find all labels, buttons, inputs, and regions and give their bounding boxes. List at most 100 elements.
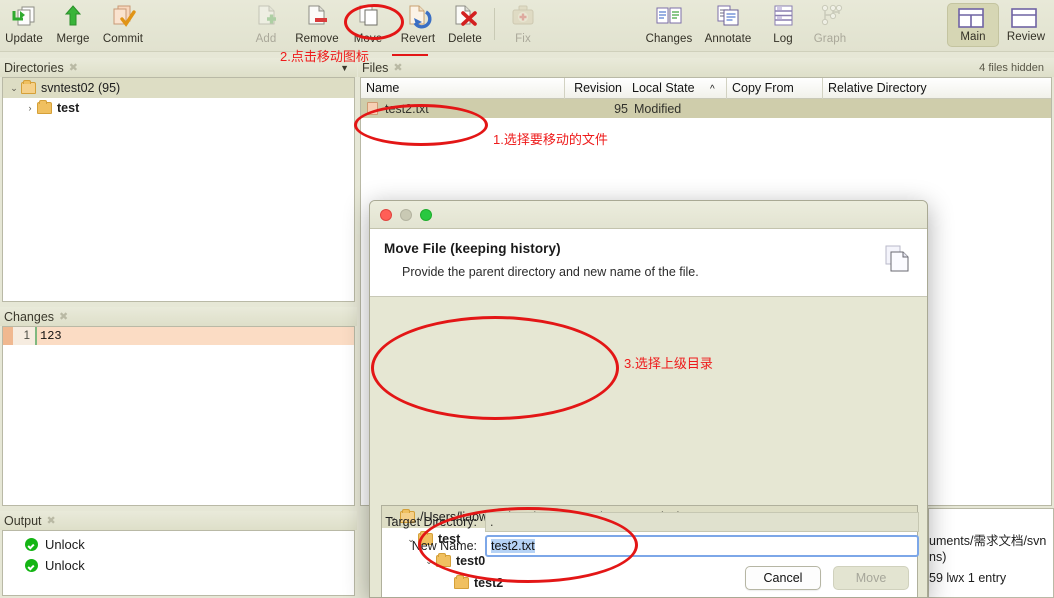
toolbar-label-revert: Revert (400, 33, 436, 45)
toolbar-button-changes[interactable]: Changes (641, 2, 697, 50)
toolbar-label-log: Log (773, 33, 793, 45)
diff-change-marker (3, 327, 13, 345)
revert-icon (401, 2, 435, 32)
toolbar-tab-review[interactable]: Review (1000, 3, 1052, 47)
toolbar-label-annotate: Annotate (704, 33, 752, 45)
close-window-button[interactable] (380, 208, 392, 221)
files-panel-header: Files ✖ 4 files hidden (358, 58, 1054, 77)
merge-icon (56, 2, 90, 32)
toolbar-button-fix[interactable]: Fix (495, 2, 551, 50)
toolbar-label-remove: Remove (295, 33, 339, 45)
dialog-titlebar[interactable] (370, 201, 927, 229)
toolbar-button-merge[interactable]: Merge (45, 2, 101, 50)
annotation-ellipse-name-fields (418, 507, 638, 583)
column-header-local-state-label: Local State (632, 80, 695, 95)
column-header-relative-directory[interactable]: Relative Directory (823, 78, 1045, 99)
toolbar-button-commit[interactable]: Commit (95, 2, 151, 50)
disclosure-icon[interactable]: ⌄ (7, 83, 21, 94)
column-header-name[interactable]: Name (361, 78, 565, 99)
output-log-list[interactable]: Unlock Unlock (2, 530, 355, 596)
fix-icon (506, 2, 540, 32)
directories-title: Directories (4, 60, 64, 75)
annotation-text-3: 3.选择上级目录 (624, 356, 713, 371)
toolbar-label-merge: Merge (56, 33, 90, 45)
changes-icon (652, 2, 686, 32)
update-icon (7, 2, 41, 32)
output-row: Unlock (3, 534, 354, 555)
status-strip-panel: uments/需求文档/svn ns) 59 lwx 1 entry (928, 508, 1054, 598)
status-line-entry: 59 lwx 1 entry (929, 571, 1007, 585)
folder-icon (37, 100, 52, 114)
toolbar-label-review: Review (1006, 31, 1046, 43)
main-toolbar: Update Merge Commit Add Remove Move Reve… (0, 0, 1054, 52)
main-layout-icon (956, 7, 990, 29)
annotate-icon (711, 2, 745, 32)
directory-row-svntest02[interactable]: ⌄ svntest02 (95) (3, 78, 354, 98)
app-window: Update Merge Commit Add Remove Move Reve… (0, 0, 1054, 598)
graph-icon (813, 2, 847, 32)
toolbar-label-fix: Fix (515, 33, 531, 45)
files-close-icon[interactable]: ✖ (393, 61, 402, 74)
diff-line: 1 123 (3, 327, 354, 345)
annotation-ellipse-move-icon (344, 4, 404, 40)
column-header-revision[interactable]: Revision (565, 78, 627, 99)
toolbar-button-graph[interactable]: Graph (802, 2, 858, 50)
directories-tree[interactable]: ⌄ svntest02 (95) › test (2, 77, 355, 302)
toolbar-button-remove[interactable]: Remove (289, 2, 345, 50)
cell-local-state: Modified (634, 101, 682, 116)
success-check-icon (25, 559, 38, 572)
output-title: Output (4, 513, 42, 528)
output-close-icon[interactable]: ✖ (47, 514, 56, 527)
toolbar-button-add[interactable]: Add (238, 2, 294, 50)
changes-diff-view[interactable]: 1 123 (2, 326, 355, 506)
files-hidden-note: 4 files hidden (979, 61, 1044, 74)
output-label: Unlock (45, 537, 85, 552)
toolbar-label-update: Update (5, 33, 43, 45)
diff-line-text: 123 (35, 327, 354, 345)
status-line-secondary: ns) (929, 550, 947, 564)
diff-line-number: 1 (13, 327, 35, 345)
move-button[interactable]: Move (833, 566, 909, 590)
column-header-local-state[interactable]: Local State ^ (627, 78, 727, 99)
commit-icon (106, 2, 140, 32)
copy-document-icon (885, 245, 911, 273)
toolbar-button-delete[interactable]: Delete (437, 2, 493, 50)
annotation-ellipse-file-row (354, 104, 488, 146)
directory-row-test[interactable]: › test (3, 98, 354, 118)
delete-icon (448, 2, 482, 32)
directory-label: test (57, 101, 80, 115)
status-line-path: uments/需求文档/svn (929, 534, 1047, 548)
toolbar-label-changes: Changes (645, 33, 693, 45)
dialog-header: Move File (keeping history) Provide the … (370, 229, 927, 297)
cancel-button[interactable]: Cancel (745, 566, 821, 590)
toolbar-label-add: Add (255, 33, 277, 45)
changes-close-icon[interactable]: ✖ (59, 310, 68, 323)
toolbar-button-annotate[interactable]: Annotate (700, 2, 756, 50)
folder-icon (454, 575, 469, 589)
add-icon (249, 2, 283, 32)
changes-title: Changes (4, 309, 55, 324)
log-icon (766, 2, 800, 32)
annotation-underline-2 (392, 54, 428, 56)
toolbar-label-delete: Delete (448, 33, 482, 45)
changes-panel-header: Changes ✖ (0, 307, 357, 326)
directory-label: svntest02 (95) (41, 81, 121, 95)
annotation-text-2: 2.点击移动图标 (280, 49, 369, 64)
directories-close-icon[interactable]: ✖ (69, 61, 78, 74)
disclosure-icon[interactable]: › (23, 103, 37, 113)
files-table-header: Name Revision Local State ^ Copy From Re… (361, 78, 1051, 99)
success-check-icon (25, 538, 38, 551)
output-label: Unlock (45, 558, 85, 573)
column-header-copy-from[interactable]: Copy From (727, 78, 823, 99)
sort-ascending-icon: ^ (710, 83, 715, 95)
toolbar-tab-main[interactable]: Main (947, 3, 999, 47)
review-layout-icon (1009, 7, 1043, 29)
toolbar-label-graph: Graph (813, 33, 847, 45)
repository-folder-icon (21, 80, 36, 94)
zoom-window-button[interactable] (420, 208, 432, 221)
minimize-window-button[interactable] (400, 208, 412, 221)
dialog-heading: Move File (keeping history) (384, 241, 561, 256)
output-row: Unlock (3, 555, 354, 576)
cell-revision: 95 (614, 101, 628, 116)
remove-icon (300, 2, 334, 32)
